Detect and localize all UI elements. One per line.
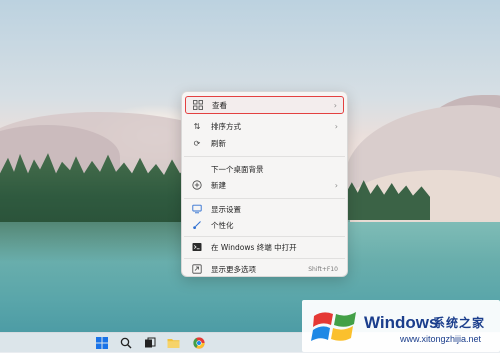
shortcut-label: Shift+F10 (308, 265, 338, 273)
search-icon[interactable] (119, 336, 133, 350)
watermark-brand: Windows (364, 313, 439, 332)
menu-item-label: 个性化 (211, 220, 234, 230)
menu-separator (184, 156, 345, 157)
menu-separator (184, 198, 345, 199)
chevron-right-icon: › (334, 121, 338, 131)
menu-item-new[interactable]: 新建 › (185, 176, 344, 194)
menu-item-open-terminal[interactable]: 在 Windows 终端 中打开 (185, 238, 344, 256)
desktop-context-menu: 查看 › ⇅ 排序方式 › ⟳ 刷新 下一个桌面背景 新建 › 显示设置 个性化 (181, 91, 348, 277)
menu-item-label: 刷新 (211, 138, 226, 148)
refresh-icon: ⟳ (193, 138, 201, 148)
lake-reflection (0, 222, 200, 262)
menu-item-label: 查看 (212, 100, 227, 110)
menu-separator (184, 258, 345, 259)
view-grid-icon (192, 99, 204, 111)
more-options-icon (191, 263, 203, 275)
menu-item-show-more-options[interactable]: 显示更多选项 Shift+F10 (185, 260, 344, 278)
menu-item-personalize[interactable]: 个性化 (185, 216, 344, 234)
menu-item-label: 新建 (211, 180, 226, 190)
file-explorer-icon[interactable] (166, 336, 180, 350)
chrome-icon[interactable] (192, 336, 206, 350)
windows-start-icon[interactable] (95, 336, 109, 350)
menu-separator (184, 236, 345, 237)
sort-icon: ⇅ (193, 121, 201, 131)
menu-item-refresh[interactable]: ⟳ 刷新 (185, 134, 344, 152)
chevron-right-icon: › (333, 100, 337, 110)
task-view-icon[interactable] (143, 336, 157, 350)
menu-item-label: 在 Windows 终端 中打开 (211, 242, 297, 252)
watermark-url: www.xitongzhijia.net (400, 334, 482, 344)
menu-item-label: 显示设置 (211, 204, 241, 214)
new-plus-icon (191, 179, 203, 191)
menu-item-label: 显示更多选项 (211, 264, 256, 274)
display-icon (191, 203, 203, 215)
menu-item-view[interactable]: 查看 › (185, 96, 344, 114)
menu-item-label: 下一个桌面背景 (211, 164, 264, 174)
watermark-cn-text: 系统之家 (433, 316, 486, 330)
windows-logo-icon (311, 312, 356, 341)
terminal-icon (191, 241, 203, 253)
menu-item-sort[interactable]: ⇅ 排序方式 › (185, 117, 344, 135)
brush-icon (191, 219, 203, 231)
menu-item-label: 排序方式 (211, 121, 241, 131)
chevron-right-icon: › (334, 180, 338, 190)
watermark: Windows 系统之家 www.xitongzhijia.net (302, 300, 500, 352)
